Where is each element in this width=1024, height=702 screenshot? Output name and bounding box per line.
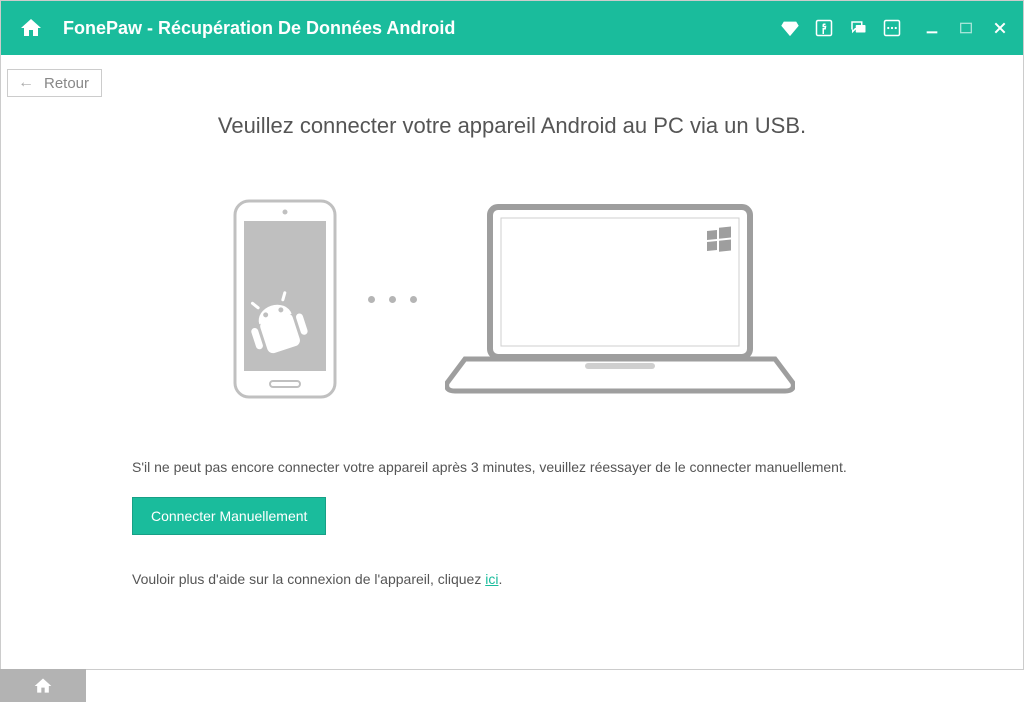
help-suffix: .: [498, 571, 502, 587]
more-icon: [883, 19, 901, 37]
chat-icon: [849, 19, 867, 37]
connect-manually-button[interactable]: Connecter Manuellement: [132, 497, 326, 535]
footer-home-tab[interactable]: [0, 669, 86, 702]
maximize-icon: [958, 20, 974, 36]
premium-button[interactable]: [779, 17, 801, 39]
help-prefix: Vouloir plus d'aide sur la connexion de …: [132, 571, 485, 587]
home-icon: [33, 676, 53, 696]
facebook-icon: [815, 19, 833, 37]
titlebar: FonePaw - Récupération De Données Androi…: [1, 1, 1023, 55]
arrow-left-icon: ←: [18, 74, 34, 92]
help-text: Vouloir plus d'aide sur la connexion de …: [132, 571, 892, 587]
connect-manually-label: Connecter Manuellement: [151, 508, 307, 524]
titlebar-right: [779, 17, 1011, 39]
facebook-button[interactable]: [813, 17, 835, 39]
minimize-icon: [924, 20, 940, 36]
retry-message: S'il ne peut pas encore connecter votre …: [132, 459, 892, 475]
content-area: ← Retour Veuillez connecter votre appare…: [1, 55, 1023, 671]
back-button[interactable]: ← Retour: [7, 69, 102, 97]
menu-button[interactable]: [881, 17, 903, 39]
close-icon: [992, 20, 1008, 36]
home-button[interactable]: [13, 10, 49, 46]
diamond-icon: [781, 19, 799, 37]
minimize-button[interactable]: [921, 17, 943, 39]
connection-dots-icon: [368, 296, 417, 303]
maximize-button[interactable]: [955, 17, 977, 39]
close-button[interactable]: [989, 17, 1011, 39]
back-button-label: Retour: [44, 75, 89, 92]
app-title: FonePaw - Récupération De Données Androi…: [63, 18, 779, 39]
connection-illustration: [41, 199, 983, 399]
instruction-text: Veuillez connecter votre appareil Androi…: [41, 113, 983, 139]
laptop-icon: [445, 199, 795, 399]
phone-icon: [230, 199, 340, 399]
feedback-button[interactable]: [847, 17, 869, 39]
help-link[interactable]: ici: [485, 571, 498, 587]
home-icon: [19, 16, 43, 40]
